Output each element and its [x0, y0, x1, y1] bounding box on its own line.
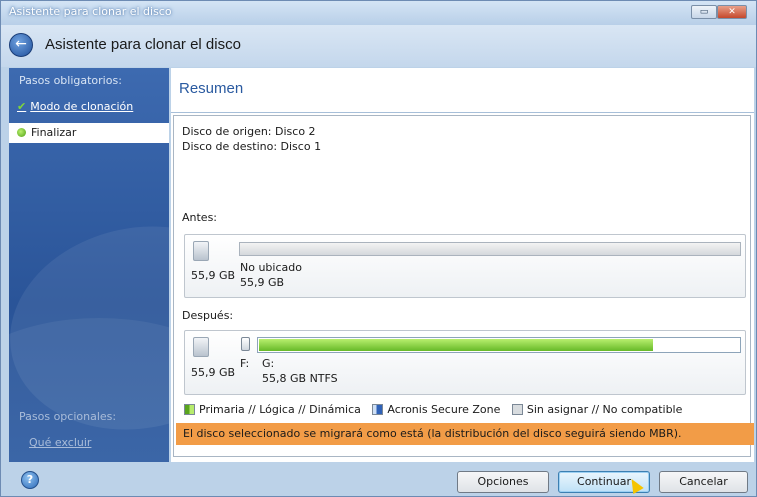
secure-zone-swatch-icon: [372, 404, 384, 415]
wizard-window: Asistente para clonar el disco ▭ ✕ ← Asi…: [0, 0, 757, 497]
cancel-button[interactable]: Cancelar: [659, 471, 748, 493]
unallocated-bar[interactable]: [239, 242, 741, 256]
source-disk-text: Disco de origen: Disco 2: [182, 125, 316, 138]
legend-label: Primaria // Lógica // Dinámica: [199, 403, 361, 416]
steps-sidebar: Pasos obligatorios: ✔ Modo de clonación F…: [9, 68, 169, 462]
close-icon[interactable]: ✕: [717, 5, 747, 19]
after-disk-size: 55,9 GB: [191, 366, 236, 379]
after-filesystem: NTFS: [309, 372, 338, 385]
target-disk-text: Disco de destino: Disco 1: [182, 140, 322, 153]
hard-disk-icon: [193, 337, 209, 357]
checkmark-icon: ✔: [17, 100, 27, 113]
partition-legend: Primaria // Lógica // Dinámica Acronis S…: [184, 403, 690, 417]
after-partition-size: 55,8 GB: [262, 372, 307, 385]
partition-icon: [241, 337, 250, 351]
hard-disk-icon: [193, 241, 209, 261]
after-partition-label: G:: [262, 357, 275, 370]
before-label: Antes:: [182, 211, 218, 224]
sidebar-item-label: Finalizar: [31, 126, 77, 139]
options-button[interactable]: Opciones: [457, 471, 549, 493]
legend-label: Sin asignar // No compatible: [526, 403, 683, 416]
partition-bar[interactable]: [257, 337, 741, 353]
wizard-title: Asistente para clonar el disco: [45, 36, 241, 53]
after-label: Después:: [182, 309, 234, 322]
legend-unallocated: Sin asignar // No compatible: [511, 403, 683, 416]
help-icon[interactable]: ?: [21, 471, 39, 489]
partition-fill: [259, 339, 653, 351]
sidebar-item-clone-mode[interactable]: ✔ Modo de clonación: [17, 100, 133, 113]
footer-bar: ? Opciones Continuar Cancelar: [1, 462, 756, 496]
legend-label: Acronis Secure Zone: [387, 403, 501, 416]
before-partition-label: No ubicado: [240, 261, 302, 274]
optional-steps-heading: Pasos opcionales:: [19, 410, 117, 423]
summary-panel: Resumen Disco de origen: Disco 2 Disco d…: [171, 68, 754, 462]
warning-banner: El disco seleccionado se migrará como es…: [176, 423, 754, 445]
after-partition-size-fs: 55,8 GB NTFS: [262, 372, 338, 385]
what-to-exclude-link[interactable]: Qué excluir: [29, 436, 91, 449]
wizard-header: ← Asistente para clonar el disco: [1, 25, 756, 67]
sidebar-item-finish[interactable]: Finalizar: [9, 123, 169, 143]
warning-text: El disco seleccionado se migrará como es…: [183, 427, 682, 440]
legend-primary: Primaria // Lógica // Dinámica: [184, 403, 361, 416]
title-divider: [171, 112, 754, 113]
title-bar[interactable]: Asistente para clonar el disco ▭ ✕: [1, 1, 756, 25]
page-title: Resumen: [179, 80, 244, 97]
restore-icon[interactable]: ▭: [691, 5, 717, 19]
window-title: Asistente para clonar el disco: [9, 5, 172, 18]
before-partition-size: 55,9 GB: [240, 276, 285, 289]
drive-letter: F:: [240, 357, 250, 370]
back-arrow-icon[interactable]: ←: [9, 33, 33, 57]
before-disk-size: 55,9 GB: [191, 269, 236, 282]
summary-box: Disco de origen: Disco 2 Disco de destin…: [173, 115, 754, 457]
unallocated-swatch-icon: [511, 404, 523, 415]
required-steps-heading: Pasos obligatorios:: [19, 74, 122, 87]
primary-swatch-icon: [184, 404, 195, 415]
legend-acronis: Acronis Secure Zone: [372, 403, 500, 416]
after-disk-panel: 55,9 GB F: G: 55,8 GB NTFS: [184, 330, 746, 395]
sidebar-item-label: Modo de clonación: [30, 100, 134, 113]
before-disk-panel: 55,9 GB No ubicado 55,9 GB: [184, 234, 746, 298]
current-step-icon: [17, 128, 26, 137]
